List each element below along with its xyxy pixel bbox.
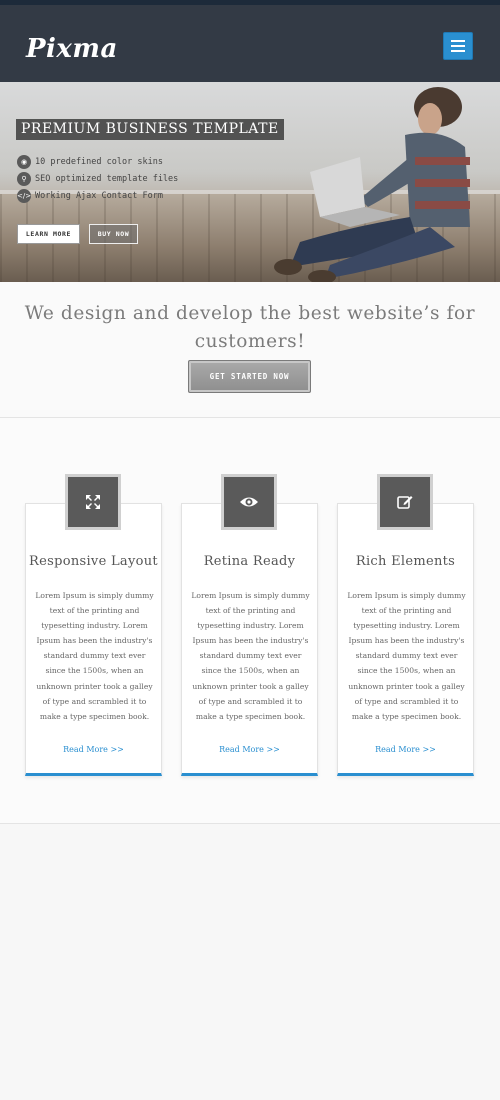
read-more-link[interactable]: Read More >> (338, 745, 473, 754)
eye-icon (221, 474, 277, 530)
cta-section: We design and develop the best website’s… (0, 282, 500, 418)
feature-item: ◉ 10 predefined color skins (17, 155, 163, 169)
feature-text: SEO optimized template files (35, 174, 179, 184)
service-title: Rich Elements (355, 554, 456, 569)
learn-more-button[interactable]: LEARN MORE (17, 224, 80, 244)
search-icon: ⚲ (17, 172, 31, 186)
read-more-link[interactable]: Read More >> (26, 745, 161, 754)
service-card: Retina Ready Lorem Ipsum is simply dummy… (181, 503, 318, 776)
feature-item: </> Working Ajax Contact Form (17, 189, 163, 203)
hero-title: PREMIUM BUSINESS TEMPLATE (16, 119, 284, 140)
code-icon: </> (17, 189, 31, 203)
camera-icon: ◉ (17, 155, 31, 169)
cta-heading: We design and develop the best website’s… (24, 303, 476, 352)
feature-text: Working Ajax Contact Form (35, 191, 163, 201)
logo[interactable]: Pixma (26, 34, 118, 64)
edit-icon (377, 474, 433, 530)
feature-item: ⚲ SEO optimized template files (17, 172, 178, 186)
navbar: Pixma (0, 5, 500, 82)
service-body: Lorem Ipsum is simply dummy text of the … (35, 591, 154, 721)
service-body: Lorem Ipsum is simply dummy text of the … (191, 591, 310, 721)
service-card: Responsive Layout Lorem Ipsum is simply … (25, 503, 162, 776)
service-title: Responsive Layout (29, 554, 158, 569)
service-card: Rich Elements Lorem Ipsum is simply dumm… (337, 503, 474, 776)
footer-area (0, 824, 500, 1100)
get-started-button[interactable]: GET STARTED NOW (188, 360, 311, 393)
buy-now-button[interactable]: BUY NOW (89, 224, 138, 244)
services-section: Responsive Layout Lorem Ipsum is simply … (0, 418, 500, 824)
service-body: Lorem Ipsum is simply dummy text of the … (347, 591, 466, 721)
hero-banner: PREMIUM BUSINESS TEMPLATE ◉ 10 predefine… (0, 82, 500, 282)
hamburger-menu-icon[interactable] (443, 32, 473, 60)
feature-text: 10 predefined color skins (35, 157, 163, 167)
read-more-link[interactable]: Read More >> (182, 745, 317, 754)
service-title: Retina Ready (203, 554, 296, 569)
expand-arrows-icon (65, 474, 121, 530)
hero-person-image (274, 87, 470, 282)
